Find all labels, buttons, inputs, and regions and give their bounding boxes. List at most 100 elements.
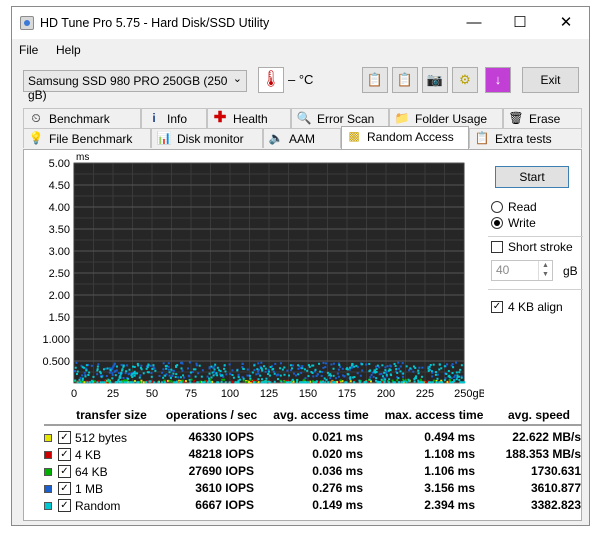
data-point xyxy=(330,363,333,366)
data-point xyxy=(176,380,179,383)
data-point xyxy=(351,362,354,365)
avg-speed-cell: 1730.631 xyxy=(530,464,581,478)
short-stroke-checkbox[interactable] xyxy=(491,241,503,253)
data-point xyxy=(438,381,441,384)
data-point xyxy=(325,378,328,381)
table-row: ✓ 512 bytes 46330 IOPS 0.021 ms 0.494 ms 22.6… xyxy=(44,430,582,447)
data-point xyxy=(431,375,434,378)
data-point xyxy=(346,373,349,376)
series-checkbox[interactable]: ✓ xyxy=(58,499,71,512)
data-point xyxy=(264,367,267,370)
minimize-button[interactable]: — xyxy=(451,7,497,39)
options-button[interactable]: ⚙ xyxy=(452,67,478,93)
data-point xyxy=(297,364,300,367)
series-checkbox[interactable]: ✓ xyxy=(58,482,71,495)
save-button[interactable]: ↓ xyxy=(485,67,511,93)
tab-error-scan[interactable]: 🔍 Error Scan xyxy=(291,108,389,128)
data-point xyxy=(399,365,402,368)
data-point xyxy=(283,366,286,369)
data-point xyxy=(321,370,324,373)
data-point xyxy=(236,381,239,384)
data-point xyxy=(247,381,250,384)
data-point xyxy=(168,371,171,374)
data-point xyxy=(458,379,461,382)
data-point xyxy=(394,365,397,368)
data-point xyxy=(349,366,352,369)
tab-health[interactable]: ✚ Health xyxy=(207,108,291,128)
tab-info[interactable]: i Info xyxy=(141,108,207,128)
data-point xyxy=(229,372,232,375)
data-point xyxy=(359,374,362,377)
data-point xyxy=(231,369,234,372)
data-point xyxy=(264,381,267,384)
align-checkbox[interactable]: ✓ xyxy=(491,301,503,313)
data-point xyxy=(421,366,424,369)
data-point xyxy=(221,378,224,381)
data-point xyxy=(198,364,201,367)
data-point xyxy=(269,381,272,384)
read-radio[interactable] xyxy=(491,201,503,213)
avg-access-cell: 0.036 ms xyxy=(312,464,363,478)
data-point xyxy=(119,376,122,379)
data-point xyxy=(378,373,381,376)
data-point xyxy=(92,375,95,378)
tab-folder-usage[interactable]: 📁 Folder Usage xyxy=(389,108,503,128)
series-checkbox[interactable]: ✓ xyxy=(58,448,71,461)
copy-info-button[interactable]: 📋 xyxy=(362,67,388,93)
tab-disk-monitor[interactable]: 📊 Disk monitor xyxy=(151,128,263,148)
data-point xyxy=(435,381,438,384)
data-point xyxy=(218,369,221,372)
tab-extra-tests[interactable]: 📋 Extra tests xyxy=(469,128,582,148)
data-point xyxy=(120,371,123,374)
data-point xyxy=(458,371,461,374)
tab-random-access[interactable]: ▩ Random Access xyxy=(341,126,469,149)
disk-monitor-icon: 📊 xyxy=(156,131,172,145)
data-point xyxy=(330,374,333,377)
data-point xyxy=(364,381,367,384)
data-point xyxy=(336,372,339,375)
tab-file-benchmark[interactable]: 💡 File Benchmark xyxy=(23,128,151,148)
screenshot-button[interactable]: 📷 xyxy=(422,67,448,93)
data-point xyxy=(201,369,204,372)
tab-erase[interactable]: 🗑 Erase xyxy=(503,108,582,128)
maximize-button[interactable]: ☐ xyxy=(497,7,543,39)
start-button[interactable]: Start xyxy=(495,166,569,188)
data-point xyxy=(338,363,341,366)
data-point xyxy=(460,376,463,379)
data-point xyxy=(315,380,318,383)
data-point xyxy=(297,373,300,376)
data-point xyxy=(383,371,386,374)
drive-select[interactable]: Samsung SSD 980 PRO 250GB (250 gB) ⌄ xyxy=(23,70,247,102)
close-button[interactable]: ✕ xyxy=(543,7,589,39)
col-header-ops: operations / sec xyxy=(165,408,258,422)
data-point xyxy=(348,368,351,371)
tab-benchmark[interactable]: ⏲ Benchmark xyxy=(23,108,141,128)
tab-label: Erase xyxy=(529,112,561,126)
series-checkbox[interactable]: ✓ xyxy=(58,465,71,478)
menu-help[interactable]: Help xyxy=(56,43,81,57)
spin-arrows-icon[interactable]: ▲ ▼ xyxy=(538,261,552,280)
exit-button[interactable]: Exit xyxy=(522,67,579,93)
data-point xyxy=(210,365,213,368)
avg-speed-cell: 22.622 MB/s xyxy=(512,430,581,444)
tab-label: Info xyxy=(167,112,188,126)
data-point xyxy=(399,370,402,373)
data-point xyxy=(206,375,209,378)
data-point xyxy=(392,381,395,384)
data-point xyxy=(386,365,389,368)
menu-file[interactable]: File xyxy=(19,43,38,57)
stroke-size-input[interactable]: 40 ▲ ▼ xyxy=(491,260,553,281)
data-point xyxy=(332,362,335,365)
data-point xyxy=(122,377,125,380)
thermometer-icon[interactable]: 🌡 xyxy=(258,67,284,93)
tab-label: Health xyxy=(233,112,268,126)
copy-screenshot-button[interactable]: 📋 xyxy=(392,67,418,93)
data-point xyxy=(117,378,120,381)
tab-aam[interactable]: 🔈 AAM xyxy=(263,128,341,148)
write-radio[interactable] xyxy=(491,217,503,229)
data-point xyxy=(133,374,136,377)
data-point xyxy=(253,369,256,372)
series-checkbox[interactable]: ✓ xyxy=(58,431,71,444)
data-point xyxy=(397,361,400,364)
data-point xyxy=(128,381,131,384)
